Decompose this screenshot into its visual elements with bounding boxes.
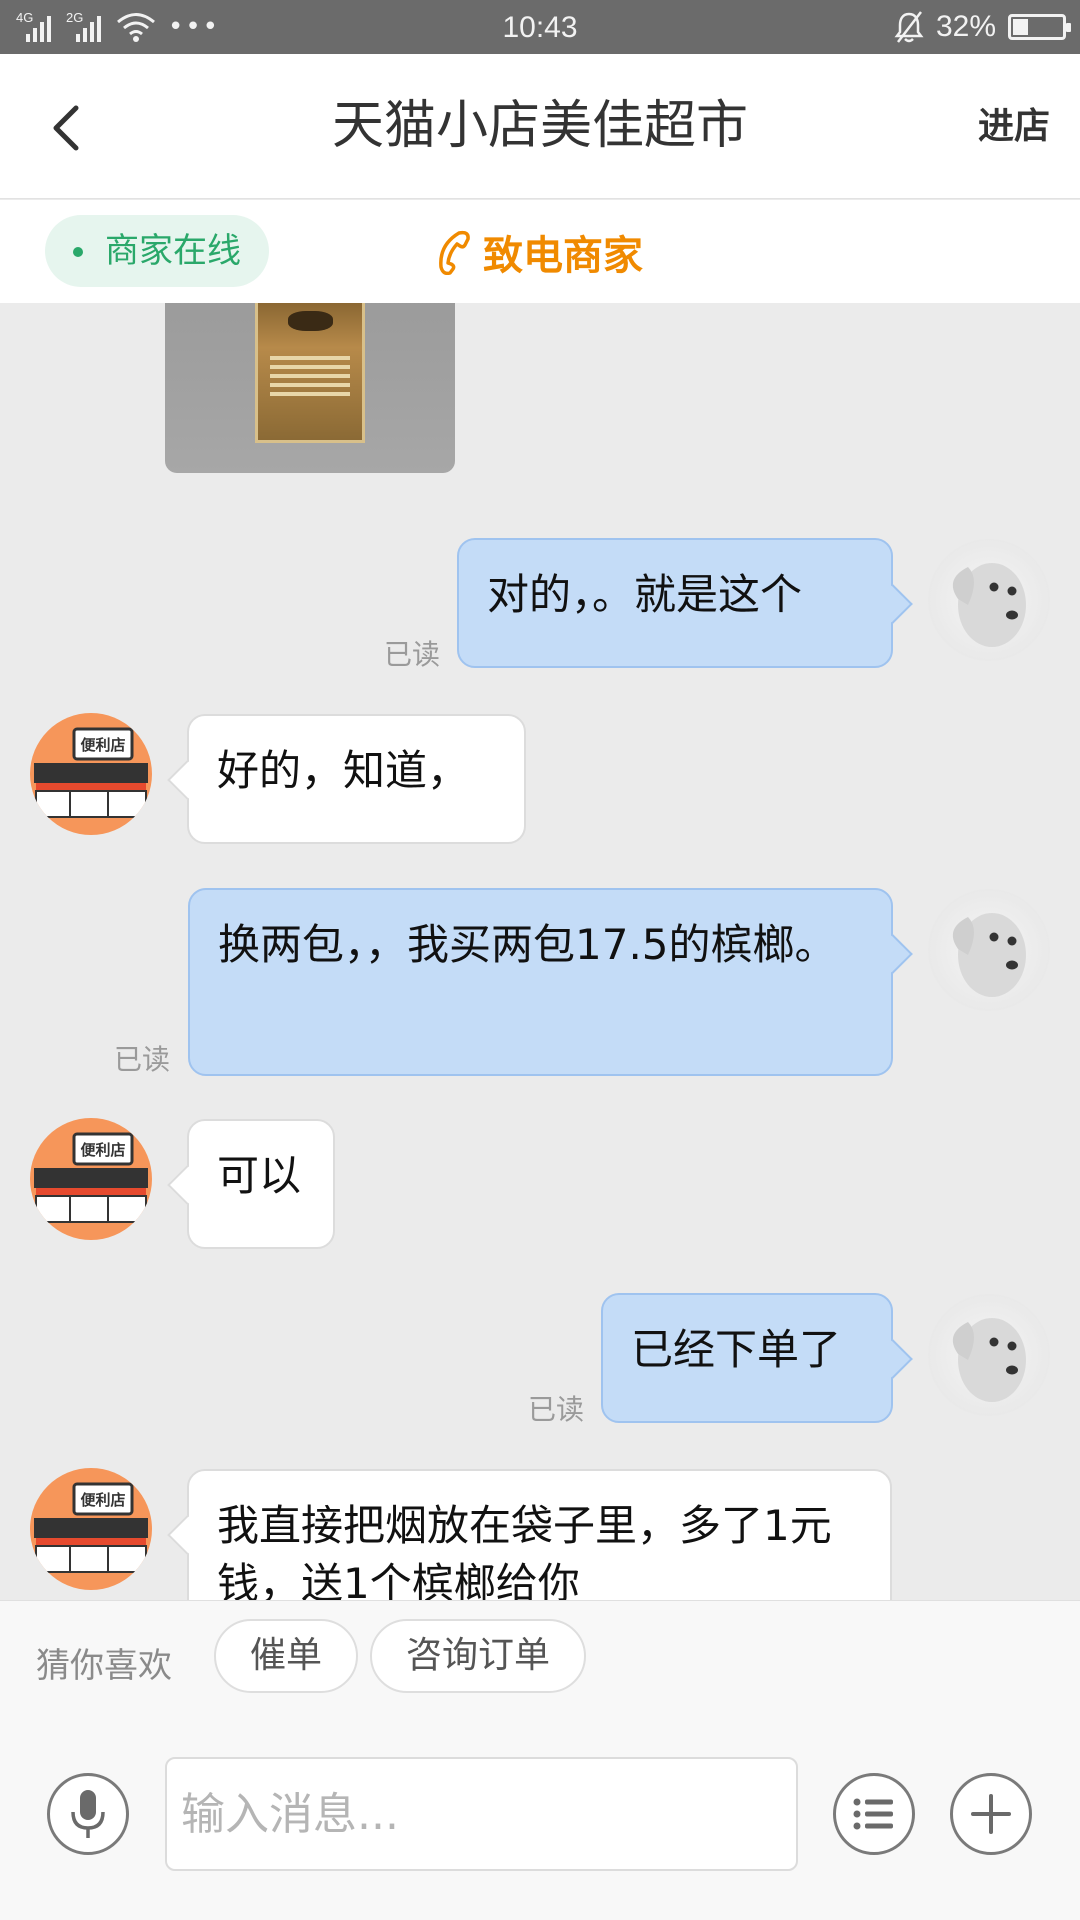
merchant-avatar[interactable]: 便利店 bbox=[30, 1118, 152, 1240]
cigarette-pack-image bbox=[255, 303, 365, 443]
page-title: 天猫小店美佳超市 bbox=[331, 96, 748, 156]
message-bubble-mine[interactable]: 换两包，，我买两包17.5的槟榔。 bbox=[188, 888, 893, 1076]
convenience-store-icon: 便利店 bbox=[34, 1482, 148, 1573]
store-sign-text: 便利店 bbox=[80, 1491, 125, 1509]
message-bubble-mine[interactable]: 对的，。就是这个 bbox=[457, 538, 893, 668]
chip-inquire-order[interactable]: 咨询订单 bbox=[370, 1619, 587, 1693]
chat-area[interactable]: 已读 对的，。就是这个 便利店 好的，知道， 已读 换两包，，我买两包17.5的… bbox=[0, 303, 1080, 1600]
store-sign-text: 便利店 bbox=[80, 1141, 125, 1159]
online-dot-icon bbox=[73, 247, 83, 257]
enter-shop-button[interactable]: 进店 bbox=[978, 54, 1050, 199]
user-avatar[interactable] bbox=[928, 1294, 1050, 1416]
dog-avatar-icon bbox=[952, 563, 1026, 647]
mute-bell-icon bbox=[894, 11, 924, 43]
dog-avatar-icon bbox=[952, 1318, 1026, 1402]
quick-replies-label: 猜你喜欢 bbox=[36, 1646, 172, 1686]
message-bubble-mine[interactable]: 已经下单了 bbox=[601, 1293, 893, 1423]
chip-urge-order[interactable]: 催单 bbox=[214, 1619, 359, 1693]
chat-header: 天猫小店美佳超市 进店 bbox=[0, 54, 1080, 199]
more-options-button[interactable] bbox=[950, 1773, 1032, 1855]
quick-replies-bar: 猜你喜欢 催单 咨询订单 bbox=[0, 1600, 1080, 1730]
convenience-store-icon: 便利店 bbox=[34, 727, 148, 818]
battery-percent: 32% bbox=[935, 10, 996, 43]
store-sign-text: 便利店 bbox=[80, 736, 125, 754]
call-merchant-button[interactable]: 致电商家 bbox=[435, 200, 643, 303]
message-bubble-merchant[interactable]: 我直接把烟放在袋子里，多了1元钱，送1个槟榔给你 bbox=[187, 1469, 892, 1600]
menu-button[interactable] bbox=[833, 1773, 915, 1855]
user-avatar[interactable] bbox=[928, 889, 1050, 1011]
status-bar: 4G 2G ••• 10:43 32% bbox=[0, 0, 1080, 54]
merchant-avatar[interactable]: 便利店 bbox=[30, 1468, 152, 1590]
product-photo[interactable] bbox=[165, 303, 455, 473]
list-icon bbox=[853, 1798, 893, 1830]
call-merchant-label: 致电商家 bbox=[483, 232, 643, 279]
voice-button[interactable] bbox=[47, 1773, 129, 1855]
online-label: 商家在线 bbox=[105, 231, 241, 271]
user-avatar[interactable] bbox=[928, 539, 1050, 661]
message-bubble-merchant[interactable]: 可以 bbox=[187, 1119, 335, 1249]
merchant-avatar[interactable]: 便利店 bbox=[30, 713, 152, 835]
convenience-store-icon: 便利店 bbox=[34, 1132, 148, 1223]
read-status: 已读 bbox=[384, 638, 441, 671]
message-input[interactable] bbox=[165, 1757, 798, 1871]
merchant-bar: 商家在线 致电商家 bbox=[0, 200, 1080, 303]
battery-icon bbox=[1008, 14, 1071, 40]
microphone-icon bbox=[71, 1790, 105, 1838]
message-bubble-merchant[interactable]: 好的，知道， bbox=[187, 714, 526, 844]
plus-icon bbox=[971, 1794, 1011, 1834]
read-status: 已读 bbox=[114, 1043, 171, 1076]
read-status: 已读 bbox=[528, 1393, 585, 1426]
dog-avatar-icon bbox=[952, 913, 1026, 997]
input-bar bbox=[0, 1730, 1080, 1920]
phone-icon bbox=[439, 230, 470, 275]
status-right: 32% bbox=[894, 8, 1071, 46]
merchant-online-badge: 商家在线 bbox=[45, 215, 269, 287]
